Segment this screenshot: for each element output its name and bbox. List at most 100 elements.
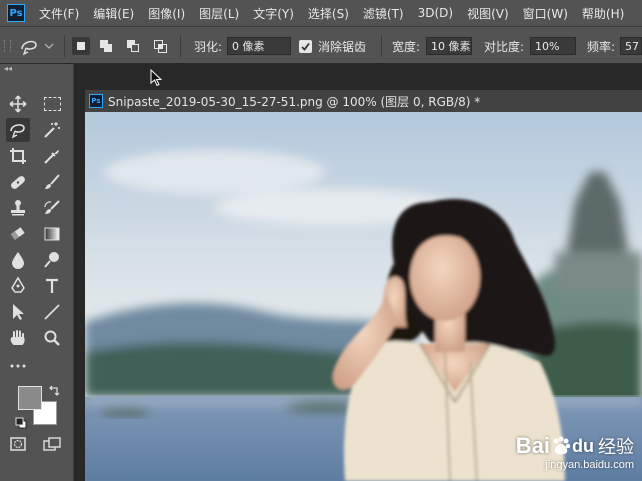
photoshop-logo-icon: Ps — [7, 4, 25, 22]
pen-icon — [11, 276, 25, 293]
line-icon — [44, 304, 60, 320]
magnetic-lasso-icon — [10, 124, 25, 139]
grip-icon — [4, 40, 11, 52]
crop-icon — [10, 148, 26, 164]
magnifier-icon — [44, 330, 60, 346]
swap-colors-icon[interactable] — [48, 382, 60, 401]
magnetic-lasso-icon — [21, 40, 54, 56]
menu-window[interactable]: 窗口(W) — [523, 5, 568, 22]
contrast-input[interactable]: 10% — [530, 37, 576, 55]
image-canvas[interactable]: Bai du 经验 jingyan.baidu.com — [85, 112, 642, 481]
crop-tool[interactable] — [6, 144, 30, 168]
blur-tool[interactable] — [6, 248, 30, 272]
antialias-label: 消除锯齿 — [318, 39, 367, 54]
watermark-brand-du: du — [572, 435, 594, 456]
magic-wand-icon — [44, 122, 60, 138]
foreground-color-swatch[interactable] — [18, 386, 42, 410]
gradient-tool[interactable] — [40, 222, 64, 246]
menu-layer[interactable]: 图层(L) — [199, 5, 239, 22]
default-colors-icon[interactable] — [15, 414, 27, 433]
stamp-icon — [11, 200, 25, 216]
pen-tool[interactable] — [6, 274, 30, 298]
new-selection-icon — [77, 42, 85, 50]
brush-icon — [45, 174, 60, 189]
feather-input[interactable]: 0 像素 — [227, 37, 291, 55]
dodge-tool[interactable] — [40, 248, 64, 272]
clone-stamp-tool[interactable] — [6, 196, 30, 220]
menu-type[interactable]: 文字(Y) — [253, 5, 294, 22]
tool-preset-picker[interactable] — [18, 35, 58, 61]
bandage-icon — [11, 176, 25, 189]
path-selection-tool[interactable] — [6, 300, 30, 324]
screen-mode-button[interactable] — [40, 432, 64, 456]
feather-label: 羽化: — [194, 39, 223, 54]
tools-panel: ◂◂ — [0, 64, 74, 481]
subtract-selection-button[interactable] — [124, 37, 142, 55]
frequency-label: 频率: — [587, 39, 616, 54]
history-brush-tool[interactable] — [40, 196, 64, 220]
menu-select[interactable]: 选择(S) — [308, 5, 349, 22]
eyedropper-icon — [44, 150, 59, 164]
watermark-cn: 经验 — [598, 437, 634, 458]
collapse-panel-icon[interactable]: ◂◂ — [4, 64, 12, 73]
brush-tool[interactable] — [40, 170, 64, 194]
menu-view[interactable]: 视图(V) — [467, 5, 509, 22]
quick-mask-button[interactable] — [6, 432, 30, 456]
width-input[interactable]: 10 像素 — [426, 37, 472, 55]
eraser-tool[interactable] — [6, 222, 30, 246]
more-dots-icon — [10, 364, 26, 368]
menu-edit[interactable]: 编辑(E) — [93, 5, 134, 22]
move-tool[interactable] — [6, 92, 30, 116]
contrast-label: 对比度: — [484, 39, 525, 54]
hand-icon — [10, 330, 25, 345]
frequency-input[interactable]: 57 — [620, 37, 642, 55]
menu-file[interactable]: 文件(F) — [39, 5, 79, 22]
eraser-icon — [10, 227, 25, 240]
magic-wand-tool[interactable] — [40, 118, 64, 142]
photoshop-file-icon: Ps — [89, 94, 103, 108]
intersect-selection-button[interactable] — [151, 37, 169, 55]
history-brush-icon — [44, 200, 60, 214]
healing-brush-tool[interactable] — [6, 170, 30, 194]
add-selection-button[interactable] — [97, 37, 115, 55]
watermark-url: jingyan.baidu.com — [545, 459, 634, 471]
divider — [64, 35, 65, 57]
menu-image[interactable]: 图像(I) — [148, 5, 185, 22]
zoom-tool[interactable] — [40, 326, 64, 350]
menu-filter[interactable]: 滤镜(T) — [363, 5, 404, 22]
antialias-checkbox[interactable] — [299, 39, 312, 53]
marquee-tool[interactable] — [40, 92, 64, 116]
new-selection-button[interactable] — [72, 37, 90, 55]
line-tool[interactable] — [40, 300, 64, 324]
baidu-watermark: Bai du 经验 jingyan.baidu.com — [516, 433, 634, 471]
arrow-pointer-icon — [13, 304, 24, 320]
menu-help[interactable]: 帮助(H) — [582, 5, 624, 22]
photo — [85, 112, 642, 481]
dodge-icon — [44, 252, 59, 268]
screen-mode-icon — [43, 437, 61, 451]
eyedropper-tool[interactable] — [40, 144, 64, 168]
paw-icon — [553, 436, 571, 455]
divider — [180, 35, 181, 57]
marquee-icon — [43, 97, 61, 111]
width-label: 宽度: — [392, 39, 421, 54]
quick-mask-icon — [10, 437, 26, 451]
checkmark-icon — [301, 42, 310, 51]
document-area: Ps Snipaste_2019-05-30_15-27-51.png @ 10… — [74, 64, 642, 481]
drop-icon — [12, 252, 24, 269]
move-icon — [9, 95, 27, 113]
lasso-tool[interactable] — [6, 118, 30, 142]
options-bar: 羽化: 0 像素 消除锯齿 宽度: 10 像素 对比度: 10% 频率: 57 — [0, 26, 642, 64]
divider — [381, 35, 382, 57]
gradient-icon — [44, 227, 60, 241]
hand-tool[interactable] — [6, 326, 30, 350]
type-icon — [46, 278, 58, 293]
menu-3d[interactable]: 3D(D) — [418, 6, 453, 20]
mouse-cursor-icon — [150, 68, 163, 91]
menu-bar: Ps 文件(F) 编辑(E) 图像(I) 图层(L) 文字(Y) 选择(S) 滤… — [0, 0, 642, 26]
edit-toolbar-button[interactable] — [6, 352, 30, 376]
type-tool[interactable] — [40, 274, 64, 298]
document-tab[interactable]: Ps Snipaste_2019-05-30_15-27-51.png @ 10… — [85, 90, 642, 112]
document-tab-title: Snipaste_2019-05-30_15-27-51.png @ 100% … — [108, 94, 481, 109]
watermark-brand: Bai — [515, 433, 550, 458]
